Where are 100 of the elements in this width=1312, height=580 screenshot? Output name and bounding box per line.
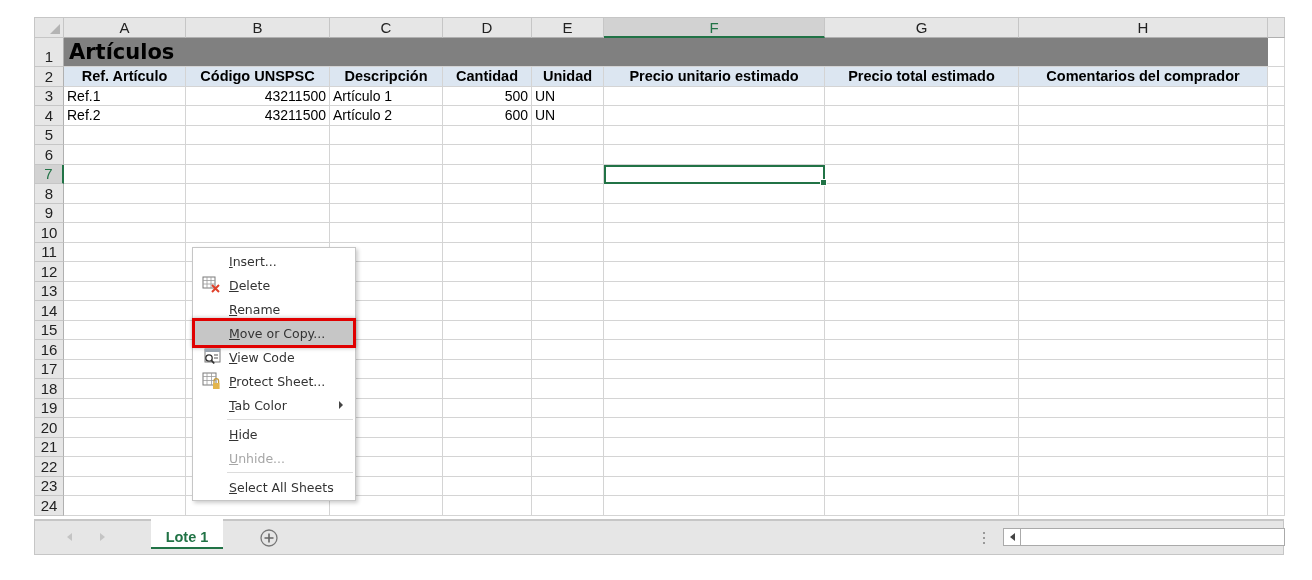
empty-cell[interactable] (825, 320, 1019, 340)
empty-cell[interactable] (825, 223, 1019, 243)
empty-cell[interactable] (604, 86, 825, 106)
scroll-left-icon[interactable] (1009, 533, 1015, 541)
empty-cell[interactable] (443, 242, 532, 262)
empty-cell[interactable] (1019, 476, 1268, 496)
empty-cell[interactable] (330, 223, 443, 243)
empty-cell[interactable] (604, 496, 825, 516)
empty-cell[interactable] (1019, 262, 1268, 282)
empty-cell[interactable] (604, 203, 825, 223)
menu-item[interactable]: View Code (195, 345, 353, 369)
split-handle-icon[interactable] (983, 532, 986, 545)
empty-cell[interactable] (330, 125, 443, 145)
empty-cell[interactable] (825, 242, 1019, 262)
empty-cell[interactable] (443, 340, 532, 360)
empty-cell[interactable] (443, 184, 532, 204)
empty-cell[interactable] (1268, 301, 1285, 321)
empty-cell[interactable] (1019, 398, 1268, 418)
empty-cell[interactable] (186, 145, 330, 165)
empty-cell[interactable] (825, 164, 1019, 184)
empty-cell[interactable] (443, 476, 532, 496)
empty-cell[interactable] (604, 262, 825, 282)
empty-cell[interactable] (186, 164, 330, 184)
empty-cell[interactable] (1268, 359, 1285, 379)
empty-cell[interactable] (532, 145, 604, 165)
empty-cell[interactable] (443, 359, 532, 379)
empty-cell[interactable] (1268, 398, 1285, 418)
empty-cell[interactable] (1268, 379, 1285, 399)
empty-cell[interactable] (825, 379, 1019, 399)
empty-cell[interactable] (825, 106, 1019, 126)
empty-cell[interactable] (1268, 476, 1285, 496)
empty-cell[interactable] (1019, 418, 1268, 438)
empty-cell[interactable] (1019, 437, 1268, 457)
empty-cell[interactable] (604, 106, 825, 126)
row-header[interactable]: 16 (35, 340, 64, 360)
empty-cell[interactable] (825, 418, 1019, 438)
empty-cell[interactable] (532, 301, 604, 321)
empty-cell[interactable] (1268, 320, 1285, 340)
empty-cell[interactable] (1268, 106, 1285, 126)
empty-cell[interactable] (186, 203, 330, 223)
column-header[interactable]: D (443, 18, 532, 38)
empty-cell[interactable] (443, 164, 532, 184)
empty-cell[interactable] (186, 184, 330, 204)
row-header[interactable]: 22 (35, 457, 64, 477)
empty-cell[interactable] (1268, 145, 1285, 165)
empty-cell[interactable] (443, 223, 532, 243)
menu-item[interactable]: Move or Copy... (195, 321, 353, 345)
column-header[interactable]: G (825, 18, 1019, 38)
empty-cell[interactable] (532, 359, 604, 379)
empty-cell[interactable] (604, 145, 825, 165)
empty-cell[interactable] (825, 496, 1019, 516)
empty-cell[interactable] (532, 184, 604, 204)
empty-cell[interactable] (532, 164, 604, 184)
empty-cell[interactable] (330, 164, 443, 184)
empty-cell[interactable] (330, 184, 443, 204)
empty-cell[interactable] (532, 320, 604, 340)
row-header[interactable]: 1 (35, 38, 64, 67)
empty-cell[interactable] (825, 125, 1019, 145)
empty-cell[interactable] (443, 398, 532, 418)
row-header[interactable]: 20 (35, 418, 64, 438)
empty-cell[interactable] (825, 86, 1019, 106)
empty-cell[interactable] (330, 203, 443, 223)
empty-cell[interactable] (330, 145, 443, 165)
empty-cell[interactable] (1019, 457, 1268, 477)
empty-cell[interactable] (604, 320, 825, 340)
empty-cell[interactable] (1019, 496, 1268, 516)
column-header[interactable]: B (186, 18, 330, 38)
menu-item[interactable]: Delete (195, 273, 353, 297)
empty-cell[interactable] (1019, 125, 1268, 145)
row-header[interactable]: 6 (35, 145, 64, 165)
empty-cell[interactable] (604, 457, 825, 477)
empty-cell[interactable] (186, 125, 330, 145)
empty-cell[interactable] (532, 262, 604, 282)
empty-cell[interactable] (825, 359, 1019, 379)
column-header[interactable]: E (532, 18, 604, 38)
empty-cell[interactable] (1019, 379, 1268, 399)
row-header[interactable]: 18 (35, 379, 64, 399)
menu-item[interactable]: Select All Sheets (195, 475, 353, 499)
empty-cell[interactable] (1019, 86, 1268, 106)
column-header[interactable]: F (604, 18, 825, 38)
empty-cell[interactable] (825, 145, 1019, 165)
scroll-right-icon[interactable] (100, 533, 105, 541)
row-header[interactable]: 12 (35, 262, 64, 282)
empty-cell[interactable] (604, 437, 825, 457)
empty-cell[interactable] (443, 262, 532, 282)
active-cell[interactable] (604, 164, 825, 184)
menu-item[interactable]: Insert... (195, 249, 353, 273)
empty-cell[interactable] (443, 203, 532, 223)
empty-cell[interactable] (532, 125, 604, 145)
empty-cell[interactable] (1019, 301, 1268, 321)
empty-cell[interactable] (443, 437, 532, 457)
empty-cell[interactable] (532, 457, 604, 477)
empty-cell[interactable] (443, 379, 532, 399)
empty-cell[interactable] (604, 242, 825, 262)
row-header[interactable]: 4 (35, 106, 64, 126)
menu-item[interactable]: Rename (195, 297, 353, 321)
empty-cell[interactable] (1019, 223, 1268, 243)
empty-cell[interactable] (604, 476, 825, 496)
empty-cell[interactable] (825, 398, 1019, 418)
empty-cell[interactable] (1019, 184, 1268, 204)
